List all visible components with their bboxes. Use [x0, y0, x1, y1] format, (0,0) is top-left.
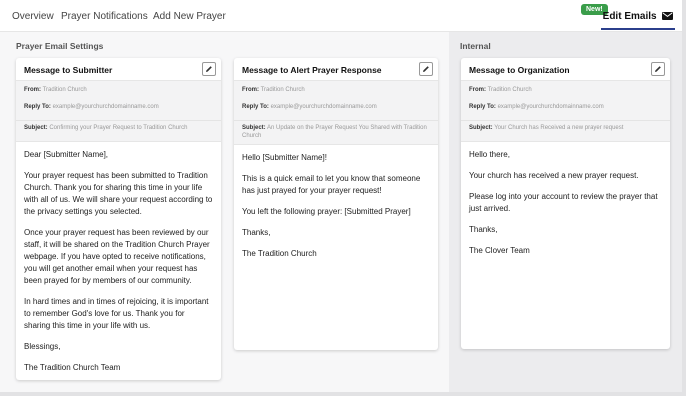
edit-button[interactable] [419, 62, 433, 76]
section-title-prayer-email-settings: Prayer Email Settings [16, 41, 104, 51]
pencil-icon [206, 66, 212, 72]
reply-to-label: Reply To: [242, 104, 269, 111]
card-message-to-submitter: Message to Submitter From: Tradition Chu… [16, 58, 221, 380]
card-header: Message to Alert Prayer Response [234, 58, 438, 81]
tab-prayer-notifications[interactable]: Prayer Notifications [61, 11, 148, 22]
body-paragraph: The Tradition Church [242, 249, 317, 259]
card-header: Message to Organization [461, 58, 670, 81]
tab-add-new-prayer[interactable]: Add New Prayer [153, 11, 226, 22]
pencil-icon [423, 66, 429, 72]
body-paragraph: The Clover Team [469, 246, 530, 256]
email-body: Dear [Submitter Name], Your prayer reque… [16, 142, 221, 374]
edit-button[interactable] [202, 62, 216, 76]
body-paragraph: Dear [Submitter Name], [24, 150, 109, 160]
card-header: Message to Submitter [16, 58, 221, 81]
card-title: Message to Organization [469, 65, 570, 75]
body-paragraph: Your church has received a new prayer re… [469, 171, 639, 181]
body-paragraph: You left the following prayer: [Submitte… [242, 207, 411, 217]
right-edge [682, 0, 686, 396]
section-title-internal: Internal [460, 41, 491, 51]
email-body: Hello there, Your church has received a … [461, 142, 670, 257]
bottom-edge [0, 392, 686, 396]
card-title: Message to Alert Prayer Response [242, 65, 382, 75]
edit-button[interactable] [651, 62, 665, 76]
tab-overview[interactable]: Overview [12, 11, 54, 22]
body-paragraph: Once your prayer request has been review… [24, 228, 210, 286]
reply-to-label: Reply To: [469, 104, 496, 111]
from-row: From: Tradition Church [242, 86, 430, 94]
subject-row: Subject: Your Church has Received a new … [469, 121, 662, 132]
from-value: Tradition Church [260, 87, 305, 93]
subject-label: Subject: [242, 125, 266, 132]
reply-to-row: Reply To: example@yourchurchdomainname.c… [242, 103, 430, 111]
body-paragraph: Thanks, [242, 228, 271, 238]
reply-to-value: example@yourchurchdomainname.com [497, 104, 604, 111]
body-paragraph: Hello [Submitter Name]! [242, 153, 327, 163]
body-paragraph: Blessings, [24, 342, 61, 352]
tab-edit-emails[interactable]: Edit Emails [601, 0, 675, 30]
reply-to-value: example@yourchurchdomainname.com [270, 104, 377, 111]
card-message-to-alert-prayer-response: Message to Alert Prayer Response From: T… [234, 58, 438, 350]
body-paragraph: Hello there, [469, 150, 510, 160]
top-nav-tabs: Overview Prayer Notifications Add New Pr… [0, 0, 686, 32]
subject-label: Subject: [469, 125, 493, 132]
email-meta: From: Tradition Church Reply To: example… [461, 81, 670, 143]
from-value: Tradition Church [42, 87, 87, 93]
subject-value: An Update on the Prayer Request You Shar… [242, 125, 427, 140]
pencil-icon [655, 66, 661, 72]
body-paragraph: Your prayer request has been submitted t… [24, 171, 213, 217]
body-paragraph: In hard times and in times of rejoicing,… [24, 297, 209, 331]
tab-edit-emails-label: Edit Emails [602, 11, 657, 22]
envelope-icon [662, 12, 674, 20]
email-meta: From: Tradition Church Reply To: example… [16, 81, 221, 143]
subject-label: Subject: [24, 125, 48, 132]
subject-row: Subject: Confirming your Prayer Request … [24, 121, 213, 132]
card-title: Message to Submitter [24, 65, 113, 75]
subject-row: Subject: An Update on the Prayer Request… [242, 121, 430, 140]
from-label: From: [242, 87, 259, 93]
reply-to-row: Reply To: example@yourchurchdomainname.c… [469, 103, 662, 111]
reply-to-value: example@yourchurchdomainname.com [52, 104, 159, 111]
card-message-to-organization: Message to Organization From: Tradition … [461, 58, 670, 349]
reply-to-row: Reply To: example@yourchurchdomainname.c… [24, 103, 213, 111]
from-row: From: Tradition Church [469, 86, 662, 94]
body-paragraph: This is a quick email to let you know th… [242, 174, 421, 196]
email-body: Hello [Submitter Name]! This is a quick … [234, 145, 438, 260]
from-value: Tradition Church [487, 87, 532, 93]
body-paragraph: The Tradition Church Team [24, 363, 121, 373]
reply-to-label: Reply To: [24, 104, 51, 111]
subject-value: Your Church has Received a new prayer re… [494, 125, 624, 132]
from-label: From: [24, 87, 41, 93]
body-paragraph: Thanks, [469, 225, 498, 235]
body-paragraph: Please log into your account to review t… [469, 192, 658, 214]
subject-value: Confirming your Prayer Request to Tradit… [49, 125, 188, 132]
from-row: From: Tradition Church [24, 86, 213, 94]
email-meta: From: Tradition Church Reply To: example… [234, 81, 438, 146]
from-label: From: [469, 87, 486, 93]
